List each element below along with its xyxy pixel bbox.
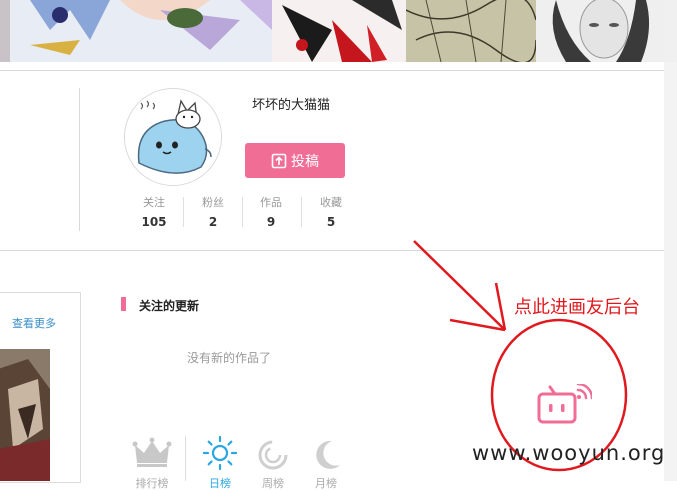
watermark: www.wooyun.org [472,441,666,465]
annotation-text: 点此进画友后台 [514,297,640,318]
annotation-overlay [413,240,628,472]
